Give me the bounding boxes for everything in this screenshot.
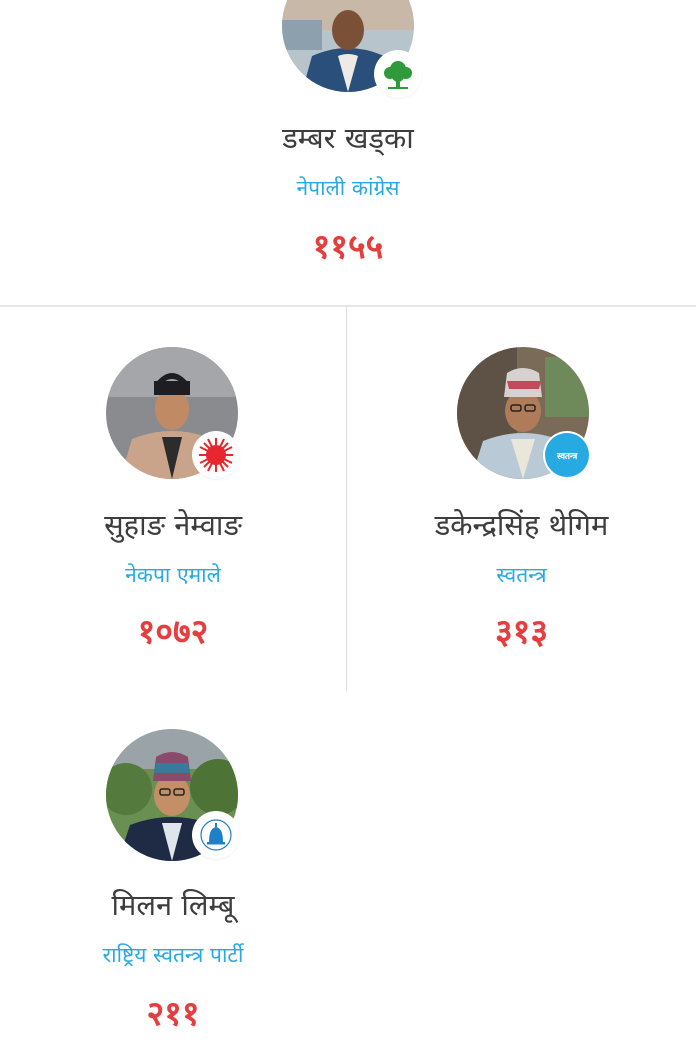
independent-badge: स्वतन्त्र [545, 433, 589, 477]
candidate-name: डकेन्द्रसिंह थेगिम [434, 508, 609, 542]
candidate-name: डम्बर खड्का [282, 121, 414, 155]
avatar[interactable]: स्वतन्त्र [457, 347, 589, 479]
candidate-name: मिलन लिम्बू [111, 888, 235, 922]
vote-count: २११ [146, 994, 200, 1034]
candidate-card[interactable]: स्वतन्त्र डकेन्द्रसिंह थेगिम स्वतन्त्र ३… [347, 307, 696, 691]
candidate-card[interactable]: डम्बर खड्का नेपाली कांग्रेस ११५५ [174, 0, 522, 305]
party-name[interactable]: स्वतन्त्र [347, 561, 696, 589]
vote-count: ११५५ [312, 227, 384, 267]
vote-count: १०७२ [137, 612, 209, 652]
sun-icon [194, 433, 238, 477]
avatar[interactable] [106, 347, 238, 479]
party-name[interactable]: राष्ट्रिय स्वतन्त्र पार्टी [0, 941, 346, 969]
candidate-card[interactable]: सुहाङ नेम्वाङ नेकपा एमाले १०७२ [0, 307, 346, 691]
candidate-name: सुहाङ नेम्वाङ [104, 508, 242, 542]
avatar[interactable] [282, 0, 420, 96]
party-name[interactable]: नेपाली कांग्रेस [174, 174, 522, 202]
avatar[interactable] [106, 729, 238, 861]
candidate-card[interactable]: मिलन लिम्बू राष्ट्रिय स्वतन्त्र पार्टी २… [0, 691, 346, 1064]
bell-icon [194, 813, 238, 857]
tree-icon [376, 52, 420, 96]
vote-count: ३१३ [494, 612, 549, 652]
badge-label: स्वतन्त्र [556, 451, 578, 462]
party-name[interactable]: नेकपा एमाले [0, 561, 346, 589]
